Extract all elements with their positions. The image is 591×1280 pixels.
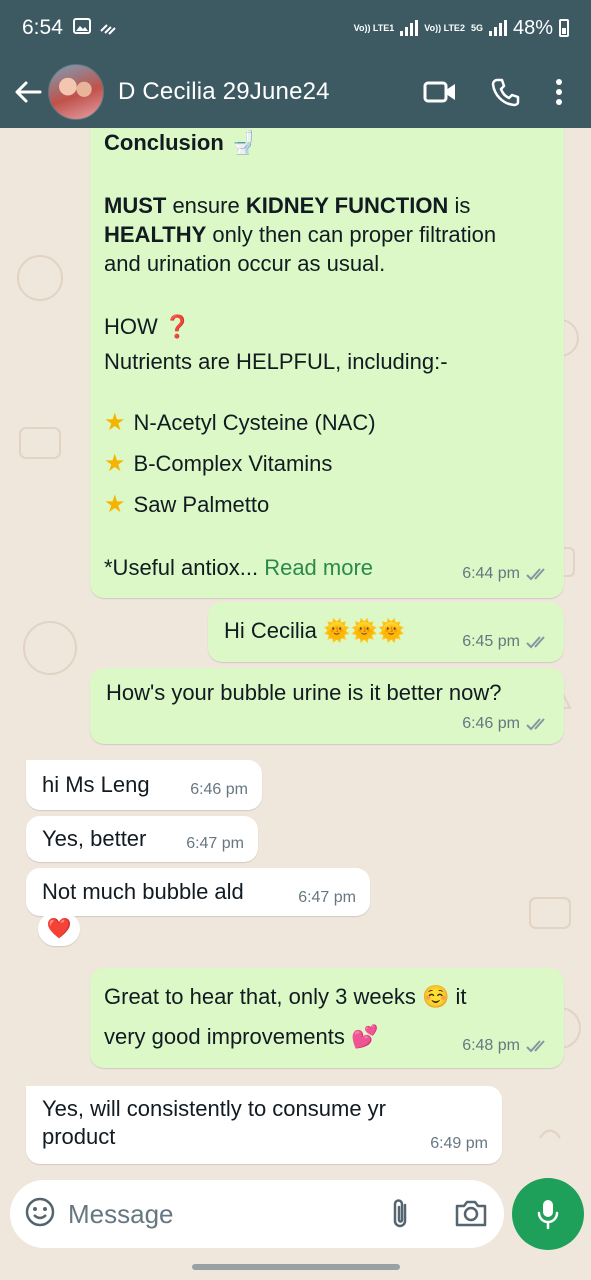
chat-area[interactable]: Conclusion 🚽 MUST ensure KIDNEY FUNCTION… — [0, 128, 591, 1180]
network-lte2-label: Vo)) LTE2 — [424, 22, 465, 33]
message-text: is — [448, 193, 471, 218]
message-time: 6:46 pm — [462, 715, 520, 732]
signal-bars-icon — [400, 20, 419, 36]
message-text: Hi Cecilia — [224, 618, 317, 643]
question-emoji: ❓ — [163, 314, 192, 339]
camera-icon[interactable] — [454, 1198, 488, 1233]
signal-bars-icon — [488, 20, 507, 36]
battery-percent: 48% — [512, 16, 553, 39]
message-text: HOW — [104, 314, 158, 339]
message-time: 6:49 pm — [430, 1135, 488, 1152]
message-incoming[interactable]: Yes, will consistently to consume yr pro… — [26, 1086, 502, 1164]
video-call-icon[interactable] — [423, 80, 457, 104]
star-emoji-icon: ★ — [104, 491, 126, 518]
read-more-link[interactable]: Read more — [264, 555, 373, 580]
double-check-icon — [526, 567, 545, 580]
message-outgoing[interactable]: Conclusion 🚽 MUST ensure KIDNEY FUNCTION… — [90, 128, 564, 598]
list-item: N-Acetyl Cysteine (NAC) — [133, 410, 376, 435]
reaction-badge[interactable]: ❤️ — [38, 912, 80, 946]
battery-icon — [559, 19, 569, 37]
message-incoming[interactable]: Not much bubble ald 6:47 pm — [26, 868, 370, 916]
message-meta: 6:46 pm — [462, 709, 550, 738]
network-lte1-label: Vo)) LTE1 — [353, 22, 395, 33]
toilet-emoji: 🚽 — [229, 130, 258, 155]
message-time: 6:47 pm — [186, 835, 244, 852]
message-text: it — [449, 984, 467, 1009]
status-time: 6:54 — [22, 16, 63, 39]
message-meta: 6:45 pm — [462, 627, 550, 656]
voice-message-button[interactable] — [512, 1178, 584, 1250]
message-meta: 6:44 pm — [462, 559, 550, 588]
list-item: Saw Palmetto — [133, 492, 270, 517]
message-input[interactable]: Message — [68, 1199, 174, 1230]
double-check-icon — [526, 635, 545, 648]
message-incoming[interactable]: Yes, better 6:47 pm — [26, 816, 258, 862]
more-vert-icon[interactable] — [555, 78, 563, 106]
message-text: hi Ms Leng — [42, 772, 150, 797]
hearts-emoji: 💕 — [351, 1024, 379, 1049]
message-text: very good improvements — [104, 1024, 345, 1049]
message-text: and urination occur as usual. — [104, 251, 386, 276]
emoji-icon[interactable] — [24, 1196, 56, 1233]
avatar[interactable] — [48, 64, 104, 120]
sun-emoji: 🌞🌞🌞 — [323, 618, 406, 643]
message-time: 6:44 pm — [462, 565, 520, 582]
message-text: Not much bubble ald — [42, 879, 244, 904]
message-text: product — [42, 1124, 116, 1149]
phone-icon[interactable] — [491, 77, 521, 107]
heart-reaction-emoji: ❤️ — [46, 918, 72, 940]
message-text: *Useful antiox... — [104, 555, 259, 580]
message-text: ensure — [166, 193, 246, 218]
message-outgoing[interactable]: Great to hear that, only 3 weeks ☺️ it v… — [90, 968, 564, 1068]
home-indicator — [192, 1264, 400, 1270]
list-item: B-Complex Vitamins — [133, 451, 333, 476]
message-text: only then can proper filtration — [206, 222, 497, 247]
chat-header: D Cecilia 29June24 — [0, 56, 591, 128]
message-text: Yes, better — [42, 826, 147, 851]
message-text-bold: MUST — [104, 193, 167, 218]
microphone-icon — [537, 1200, 559, 1230]
network-5g-label: 5G — [470, 22, 483, 33]
message-outgoing[interactable]: How's your bubble urine is it better now… — [90, 668, 564, 744]
gallery-icon — [72, 17, 91, 40]
message-time: 6:48 pm — [462, 1037, 520, 1054]
message-time: 6:47 pm — [298, 889, 356, 906]
message-outgoing[interactable]: Hi Cecilia 🌞🌞🌞 6:45 pm — [208, 602, 564, 662]
back-arrow-icon[interactable] — [10, 74, 46, 110]
message-text: Yes, will consistently to consume yr — [42, 1096, 386, 1121]
attach-icon[interactable] — [388, 1197, 412, 1236]
message-text: Nutrients are HELPFUL, including:- — [104, 349, 448, 374]
message-incoming[interactable]: hi Ms Leng 6:46 pm — [26, 760, 262, 810]
message-text: How's your bubble urine is it better now… — [106, 680, 502, 705]
wifi-calling-icon — [99, 17, 117, 40]
double-check-icon — [526, 1039, 545, 1052]
message-meta: 6:48 pm — [462, 1031, 550, 1060]
smiling-emoji: ☺️ — [421, 984, 450, 1009]
message-text: Great to hear that, only 3 weeks — [104, 984, 416, 1009]
message-text-bold: KIDNEY FUNCTION — [245, 193, 449, 218]
double-check-icon — [526, 717, 545, 730]
message-time: 6:46 pm — [190, 781, 248, 798]
message-heading: Conclusion — [104, 130, 224, 155]
message-text-bold: HEALTHY — [104, 222, 207, 247]
star-emoji-icon: ★ — [104, 450, 126, 477]
message-input-bar[interactable]: Message — [10, 1180, 504, 1248]
message-time: 6:45 pm — [462, 633, 520, 650]
contact-name[interactable]: D Cecilia 29June24 — [118, 78, 330, 106]
star-emoji-icon: ★ — [104, 409, 126, 436]
status-bar: 6:54 Vo)) LTE1 Vo)) LTE2 5G 48% — [0, 0, 591, 56]
